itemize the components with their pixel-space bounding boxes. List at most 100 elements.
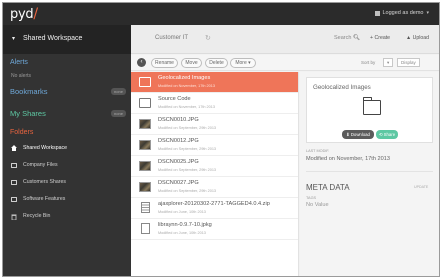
sort-by-label[interactable]: Sort by — [361, 60, 375, 65]
user-menu[interactable]: Logged as demo ▾ — [374, 10, 429, 16]
folder-icon — [139, 77, 151, 87]
sidebar-item-customers-shares[interactable]: Customers Shares — [11, 179, 126, 185]
file-name: DSCN0012.JPG — [158, 138, 199, 144]
move-button[interactable]: Move — [181, 58, 202, 68]
file-name: ajaxplorer-20120302-2771-TAGGED4.0.4.zip — [158, 201, 270, 207]
action-toolbar: ‹ Rename Move Delete More ▾ Sort by ▾ Di… — [131, 55, 439, 71]
image-thumbnail — [139, 182, 151, 192]
file-row-dscn0025[interactable]: DSCN0025.JPG Modified on September, 29th… — [131, 156, 298, 177]
sidebar-item-shared-workspace[interactable]: Shared Workspace — [11, 145, 126, 151]
file-list: Geolocalized Images Modified on November… — [131, 72, 299, 276]
last-modified-label: Last Modif. — [306, 149, 330, 153]
file-name: DSCN0010.JPG — [158, 117, 199, 123]
last-modified-value: Modified on November, 17th 2013 — [306, 156, 390, 162]
document-icon — [141, 223, 150, 234]
search-label: Search — [334, 35, 352, 41]
download-label: Download — [350, 132, 370, 137]
file-name: Geolocalized Images — [158, 75, 211, 81]
workspace-label: Shared Workspace — [23, 35, 83, 42]
sidebar: ▾ Shared Workspace Alerts No alerts Book… — [3, 25, 131, 276]
file-modified: Modified on November, 17th 2013 — [158, 84, 215, 88]
user-label: Logged as demo — [382, 10, 424, 16]
app-window: pyd/ Logged as demo ▾ ▾ Shared Workspace… — [2, 2, 440, 277]
search-button[interactable]: Search 🔍︎ — [334, 35, 360, 41]
file-row-source-code[interactable]: Source Code Modified on November, 17th 2… — [131, 93, 298, 114]
bookmarks-badge: none — [111, 88, 126, 95]
home-icon — [11, 145, 17, 151]
file-name: Source Code — [158, 96, 191, 102]
folders-heading: Folders — [10, 129, 34, 136]
refresh-icon[interactable]: ↻ — [205, 34, 211, 42]
preview-card: Geolocalized Images ⬇ Download ⟲ Share — [306, 77, 433, 143]
sidebar-item-label: Customers Shares — [23, 179, 66, 185]
file-row-ajaxplorer-zip[interactable]: ajaxplorer-20120302-2771-TAGGED4.0.4.zip… — [131, 198, 298, 219]
search-icon: 🔍︎ — [352, 35, 360, 41]
file-row-dscn0010[interactable]: DSCN0010.JPG Modified on September, 29th… — [131, 114, 298, 135]
file-modified: Modified on September, 29th 2013 — [158, 126, 217, 130]
details-panel: Geolocalized Images ⬇ Download ⟲ Share L… — [300, 72, 439, 276]
display-dropdown[interactable]: Display — [397, 58, 420, 67]
share-button[interactable]: ⟲ Share — [376, 130, 398, 139]
folder-icon — [11, 196, 17, 202]
file-name: DSCN0027.JPG — [158, 180, 199, 186]
trash-icon — [11, 214, 17, 220]
tags-value[interactable]: No Value — [306, 202, 329, 208]
share-label: Share — [383, 132, 396, 137]
folder-icon — [11, 162, 17, 168]
file-row-dscn0027[interactable]: DSCN0027.JPG Modified on September, 29th… — [131, 177, 298, 198]
tags-label: Tags — [306, 196, 317, 200]
file-row-geolocalized-images[interactable]: Geolocalized Images Modified on November… — [131, 72, 298, 93]
my-shares-heading[interactable]: My Shares — [10, 109, 46, 118]
header-bar: Customer IT ↻ Search 🔍︎ + Create ▲ Uploa… — [131, 25, 439, 54]
workspace-switcher[interactable]: ▾ Shared Workspace — [3, 25, 131, 54]
chevron-down-icon: ▾ — [12, 36, 16, 42]
file-modified: Modified on November, 17th 2013 — [158, 105, 215, 109]
back-button[interactable]: ‹ — [137, 58, 146, 67]
create-button[interactable]: + Create — [370, 35, 390, 41]
image-thumbnail — [139, 140, 151, 150]
download-button[interactable]: ⬇ Download — [342, 130, 374, 139]
folder-icon — [139, 98, 151, 108]
alerts-empty-text: No alerts — [11, 73, 32, 79]
upload-button[interactable]: ▲ Upload — [406, 35, 429, 41]
rename-button[interactable]: Rename — [151, 58, 178, 68]
sidebar-item-label: Software Features — [23, 196, 66, 202]
file-modified: Modified on September, 29th 2013 — [158, 189, 217, 193]
image-thumbnail — [139, 119, 151, 129]
sidebar-item-label: Shared Workspace — [23, 145, 68, 151]
sidebar-item-company-files[interactable]: Company Files — [11, 162, 126, 168]
meta-update-link[interactable]: Update — [414, 185, 428, 189]
file-name: libraynn-0.9.7-10.jpkg — [158, 222, 212, 228]
delete-button[interactable]: Delete — [205, 58, 228, 68]
file-name: DSCN0025.JPG — [158, 159, 199, 165]
meta-data-title: META DATA — [306, 183, 350, 192]
folder-icon — [362, 97, 381, 115]
file-modified: Modified on September, 29th 2013 — [158, 147, 217, 151]
image-thumbnail — [139, 161, 151, 171]
archive-icon — [141, 202, 150, 213]
upload-label: Upload — [412, 35, 430, 41]
more-label: More — [235, 60, 247, 66]
top-bar: pyd/ Logged as demo ▾ — [3, 3, 439, 25]
file-modified: Modified on June, 10th 2013 — [158, 231, 206, 235]
file-modified: Modified on June, 10th 2013 — [158, 210, 206, 214]
sidebar-item-software-features[interactable]: Software Features — [11, 196, 126, 202]
sidebar-item-label: Recycle Bin — [23, 213, 51, 219]
alerts-heading[interactable]: Alerts — [10, 59, 28, 66]
file-modified: Modified on September, 29th 2013 — [158, 168, 217, 172]
file-row-libraynn[interactable]: libraynn-0.9.7-10.jpkg Modified on June,… — [131, 219, 298, 240]
divider — [306, 171, 433, 172]
user-icon — [374, 10, 380, 16]
file-row-dscn0012[interactable]: DSCN0012.JPG Modified on September, 29th… — [131, 135, 298, 156]
preview-title: Geolocalized Images — [313, 84, 371, 91]
chevron-down-icon: ▾ — [426, 10, 429, 16]
bookmarks-heading[interactable]: Bookmarks — [10, 87, 48, 96]
breadcrumb[interactable]: Customer IT — [155, 35, 188, 41]
folder-icon — [11, 179, 17, 185]
sidebar-item-recycle-bin[interactable]: Recycle Bin — [11, 213, 126, 220]
sort-dropdown[interactable]: ▾ — [383, 58, 394, 67]
more-button[interactable]: More ▾ — [230, 58, 256, 68]
shares-badge: none — [111, 110, 126, 117]
app-logo[interactable]: pyd/ — [10, 6, 38, 22]
sidebar-item-label: Company Files — [23, 162, 58, 168]
